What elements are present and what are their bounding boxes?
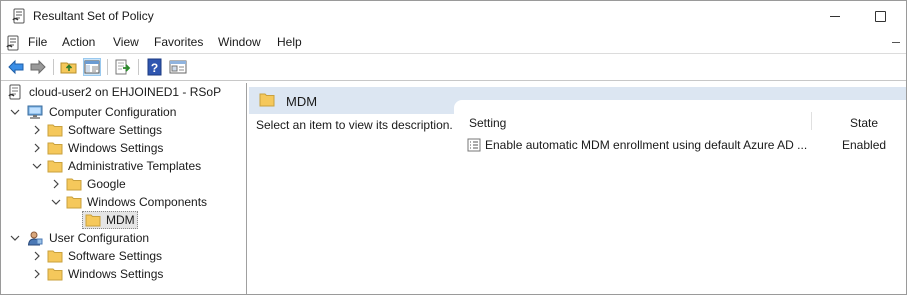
tree-administrative-templates[interactable]: Administrative Templates <box>7 157 246 175</box>
tree-windows-settings[interactable]: Windows Settings <box>7 139 246 157</box>
tree-user-software-settings[interactable]: Software Settings <box>7 247 246 265</box>
tree-label: Software Settings <box>68 123 163 137</box>
menu-file[interactable]: File <box>28 35 47 49</box>
tree-label: Administrative Templates <box>68 159 202 173</box>
tree-label: User Configuration <box>49 231 150 245</box>
menu-action[interactable]: Action <box>62 35 95 49</box>
menu-help[interactable]: Help <box>277 35 302 49</box>
folder-icon <box>66 176 82 192</box>
chevron-down-icon[interactable] <box>31 160 43 172</box>
properties-icon[interactable] <box>169 58 187 76</box>
rsop-document-icon <box>7 84 23 100</box>
help-icon[interactable]: ? <box>146 58 164 76</box>
folder-icon <box>85 212 101 228</box>
show-hide-tree-icon[interactable] <box>83 58 101 76</box>
chevron-right-icon[interactable] <box>50 178 62 190</box>
tree-label: Windows Settings <box>68 267 164 281</box>
chevron-right-icon[interactable] <box>31 124 43 136</box>
menu-bar: File Action View Favorites Window Help <box>1 32 906 54</box>
chevron-down-icon[interactable] <box>50 196 62 208</box>
app-window: Resultant Set of Policy File Action View… <box>0 0 907 295</box>
svg-text:?: ? <box>151 61 158 75</box>
rsop-app-icon <box>11 8 27 24</box>
child-minimize-button[interactable] <box>892 42 900 43</box>
folder-icon <box>47 266 63 282</box>
tree-user-windows-settings[interactable]: Windows Settings <box>7 265 246 283</box>
chevron-right-icon[interactable] <box>31 268 43 280</box>
window-title: Resultant Set of Policy <box>33 9 154 23</box>
tree-label: cloud-user2 on EHJOINED1 - RSoP <box>29 85 222 99</box>
tree-computer-configuration[interactable]: Computer Configuration <box>7 103 246 121</box>
tree-mdm[interactable]: MDM <box>7 211 246 229</box>
computer-icon <box>27 104 43 120</box>
maximize-button[interactable] <box>858 1 904 32</box>
column-divider[interactable] <box>811 112 812 130</box>
toolbar-separator <box>53 59 54 75</box>
tree-label: Software Settings <box>68 249 163 263</box>
tree-label: Computer Configuration <box>49 105 177 119</box>
column-header-setting[interactable]: Setting <box>469 116 506 130</box>
menu-window[interactable]: Window <box>218 35 261 49</box>
tree-label: Windows Components <box>87 195 208 209</box>
details-title: MDM <box>286 94 318 109</box>
export-list-icon[interactable] <box>114 58 132 76</box>
tree-software-settings[interactable]: Software Settings <box>7 121 246 139</box>
menu-view[interactable]: View <box>113 35 139 49</box>
tree-label: Windows Settings <box>68 141 164 155</box>
tree-user-configuration[interactable]: User Configuration <box>7 229 246 247</box>
setting-name: Enable automatic MDM enrollment using de… <box>485 138 808 152</box>
settings-list: Setting State Enable automatic MDM enrol… <box>454 100 906 294</box>
description-text: Select an item to view its description. <box>256 118 453 132</box>
minimize-button[interactable] <box>812 1 858 32</box>
back-arrow-icon[interactable] <box>7 58 25 76</box>
folder-icon <box>47 122 63 138</box>
tree-label: MDM <box>106 213 135 227</box>
tree-windows-components[interactable]: Windows Components <box>7 193 246 211</box>
chevron-down-icon[interactable] <box>9 106 21 118</box>
title-bar[interactable]: Resultant Set of Policy <box>1 1 906 32</box>
chevron-right-icon[interactable] <box>31 250 43 262</box>
chevron-right-icon[interactable] <box>31 142 43 154</box>
toolbar-separator <box>107 59 108 75</box>
folder-icon <box>47 158 63 174</box>
up-folder-icon[interactable] <box>60 58 78 76</box>
column-header-state[interactable]: State <box>850 116 878 130</box>
system-menu-icon[interactable] <box>5 35 21 51</box>
menu-favorites[interactable]: Favorites <box>154 35 203 49</box>
toolbar: ? <box>1 54 906 81</box>
tree-google[interactable]: Google <box>7 175 246 193</box>
tree-root[interactable]: cloud-user2 on EHJOINED1 - RSoP <box>7 83 246 101</box>
chevron-down-icon[interactable] <box>9 232 21 244</box>
user-icon <box>27 230 43 246</box>
details-pane: MDM Select an item to view its descripti… <box>249 83 906 294</box>
folder-icon <box>47 248 63 264</box>
policy-setting-icon <box>467 138 481 152</box>
forward-arrow-icon[interactable] <box>29 58 47 76</box>
tree-label: Google <box>87 177 126 191</box>
folder-icon <box>66 194 82 210</box>
setting-state: Enabled <box>842 138 887 152</box>
toolbar-separator <box>138 59 139 75</box>
console-tree: cloud-user2 on EHJOINED1 - RSoP Computer… <box>3 83 247 294</box>
folder-icon <box>259 93 275 107</box>
folder-icon <box>47 140 63 156</box>
